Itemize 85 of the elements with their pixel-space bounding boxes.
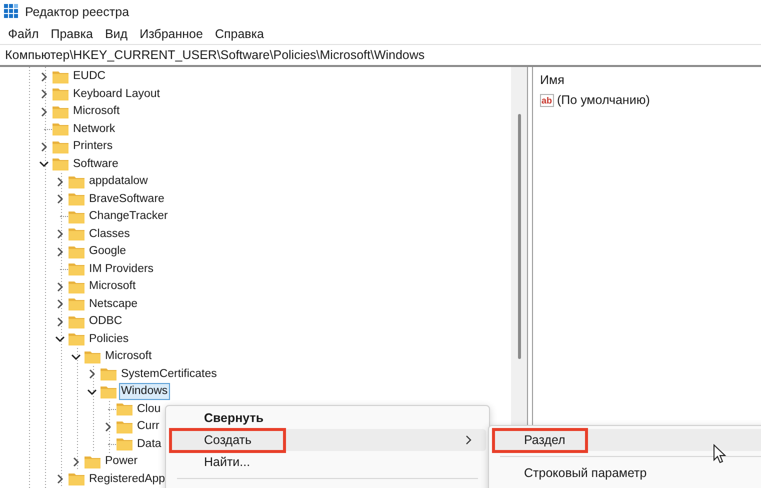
tree-item[interactable]: Printers: [71, 138, 115, 156]
tree-item[interactable]: Keyboard Layout: [71, 86, 162, 103]
mouse-pointer-icon: [713, 444, 727, 464]
menu-bar-item[interactable]: Вид: [98, 24, 134, 42]
chevron-right-icon[interactable]: [71, 456, 81, 467]
menu-bar-item[interactable]: Избранное: [134, 24, 209, 42]
tree-item[interactable]: ODBC: [87, 313, 124, 330]
chevron-right-icon[interactable]: [39, 72, 49, 82]
folder-icon: [52, 104, 69, 119]
folder-icon: [68, 210, 85, 224]
menu-item[interactable]: Свернуть: [169, 407, 486, 429]
value-name[interactable]: (По умолчанию): [557, 93, 650, 107]
menu-item[interactable]: Раздел: [492, 429, 761, 451]
folder-icon: [68, 332, 85, 346]
chevron-right-icon[interactable]: [55, 229, 65, 240]
folder-icon: [68, 262, 85, 276]
menu-bar-item[interactable]: Файл: [2, 24, 45, 42]
tree-item[interactable]: BraveSoftware: [87, 190, 166, 208]
folder-icon: [68, 472, 85, 486]
folder-icon: [68, 227, 85, 242]
folder-icon: [68, 297, 85, 312]
tree-item[interactable]: Network: [71, 120, 118, 138]
folder-icon: [68, 280, 85, 294]
menu-item[interactable]: Найти...: [169, 451, 486, 473]
chevron-right-icon[interactable]: [39, 142, 49, 152]
chevron-right-icon[interactable]: [55, 176, 65, 187]
tree-item[interactable]: Microsoft: [87, 278, 138, 296]
menu-bar-item[interactable]: Правка: [44, 24, 99, 42]
tree-item[interactable]: Data: [135, 436, 164, 453]
chevron-right-icon[interactable]: [87, 369, 97, 380]
tree-item[interactable]: Curr: [135, 418, 162, 436]
tree-item[interactable]: SystemCertificates: [119, 366, 219, 383]
folder-icon: [68, 314, 85, 329]
tree-item[interactable]: ChangeTracker: [87, 208, 170, 226]
app-icon: [4, 4, 19, 19]
chevron-right-icon[interactable]: [55, 474, 65, 484]
folder-icon: [68, 174, 85, 189]
tree-item[interactable]: Microsoft: [103, 348, 154, 366]
chevron-down-icon[interactable]: [55, 334, 65, 344]
chevron-right-icon[interactable]: [55, 246, 65, 257]
tree-item[interactable]: RegisteredApp: [87, 470, 168, 488]
folder-icon: [84, 350, 101, 364]
string-value-icon: ab: [540, 94, 554, 106]
address-field[interactable]: Компьютер\HKEY_CURRENT_USER\Software\Policies\Microsoft\Windows: [0, 44, 761, 67]
folder-icon: [84, 454, 101, 469]
folder-icon: [116, 402, 133, 416]
chevron-right-icon[interactable]: [103, 422, 113, 432]
menu-item[interactable]: Строковый параметр: [492, 462, 761, 484]
folder-icon: [100, 384, 117, 399]
chevron-down-icon[interactable]: [71, 352, 81, 362]
chevron-right-icon[interactable]: [39, 106, 49, 117]
chevron-down-icon[interactable]: [87, 386, 97, 397]
tree-item[interactable]: EUDC: [71, 68, 108, 86]
folder-icon: [116, 420, 133, 434]
chevron-right-icon[interactable]: [39, 89, 49, 100]
chevron-right-icon[interactable]: [55, 194, 65, 204]
chevron-right-icon[interactable]: [55, 316, 65, 327]
folder-icon: [100, 367, 117, 382]
tree-item[interactable]: Google: [87, 243, 128, 260]
tree-item[interactable]: Microsoft: [71, 103, 122, 120]
folder-icon: [52, 87, 69, 102]
tree-item[interactable]: Policies: [87, 330, 131, 348]
tree-item[interactable]: IM Providers: [87, 260, 156, 278]
menu-item[interactable]: Создать: [169, 429, 486, 451]
folder-icon: [52, 157, 69, 172]
tree-item[interactable]: appdatalow: [87, 173, 150, 190]
folder-icon: [116, 437, 133, 452]
column-header[interactable]: Имя: [540, 73, 761, 87]
folder-icon: [52, 70, 69, 84]
folder-icon: [68, 192, 85, 206]
tree-item[interactable]: Windows: [119, 383, 170, 400]
folder-icon: [68, 244, 85, 259]
scrollbar-thumb[interactable]: [518, 114, 520, 359]
folder-icon: [52, 122, 69, 136]
tree-item[interactable]: Netscape: [87, 296, 140, 313]
tree-item[interactable]: Classes: [87, 226, 132, 243]
chevron-down-icon[interactable]: [39, 159, 49, 170]
folder-icon: [52, 140, 69, 154]
tree-item[interactable]: Clou: [135, 400, 163, 418]
chevron-right-icon[interactable]: [55, 299, 65, 310]
tree-item[interactable]: Software: [71, 156, 120, 173]
chevron-right-icon[interactable]: [55, 282, 65, 292]
tree-item[interactable]: Power: [103, 453, 140, 470]
window-title: Редактор реестра: [25, 4, 130, 18]
menu-bar-item[interactable]: Справка: [208, 24, 270, 42]
